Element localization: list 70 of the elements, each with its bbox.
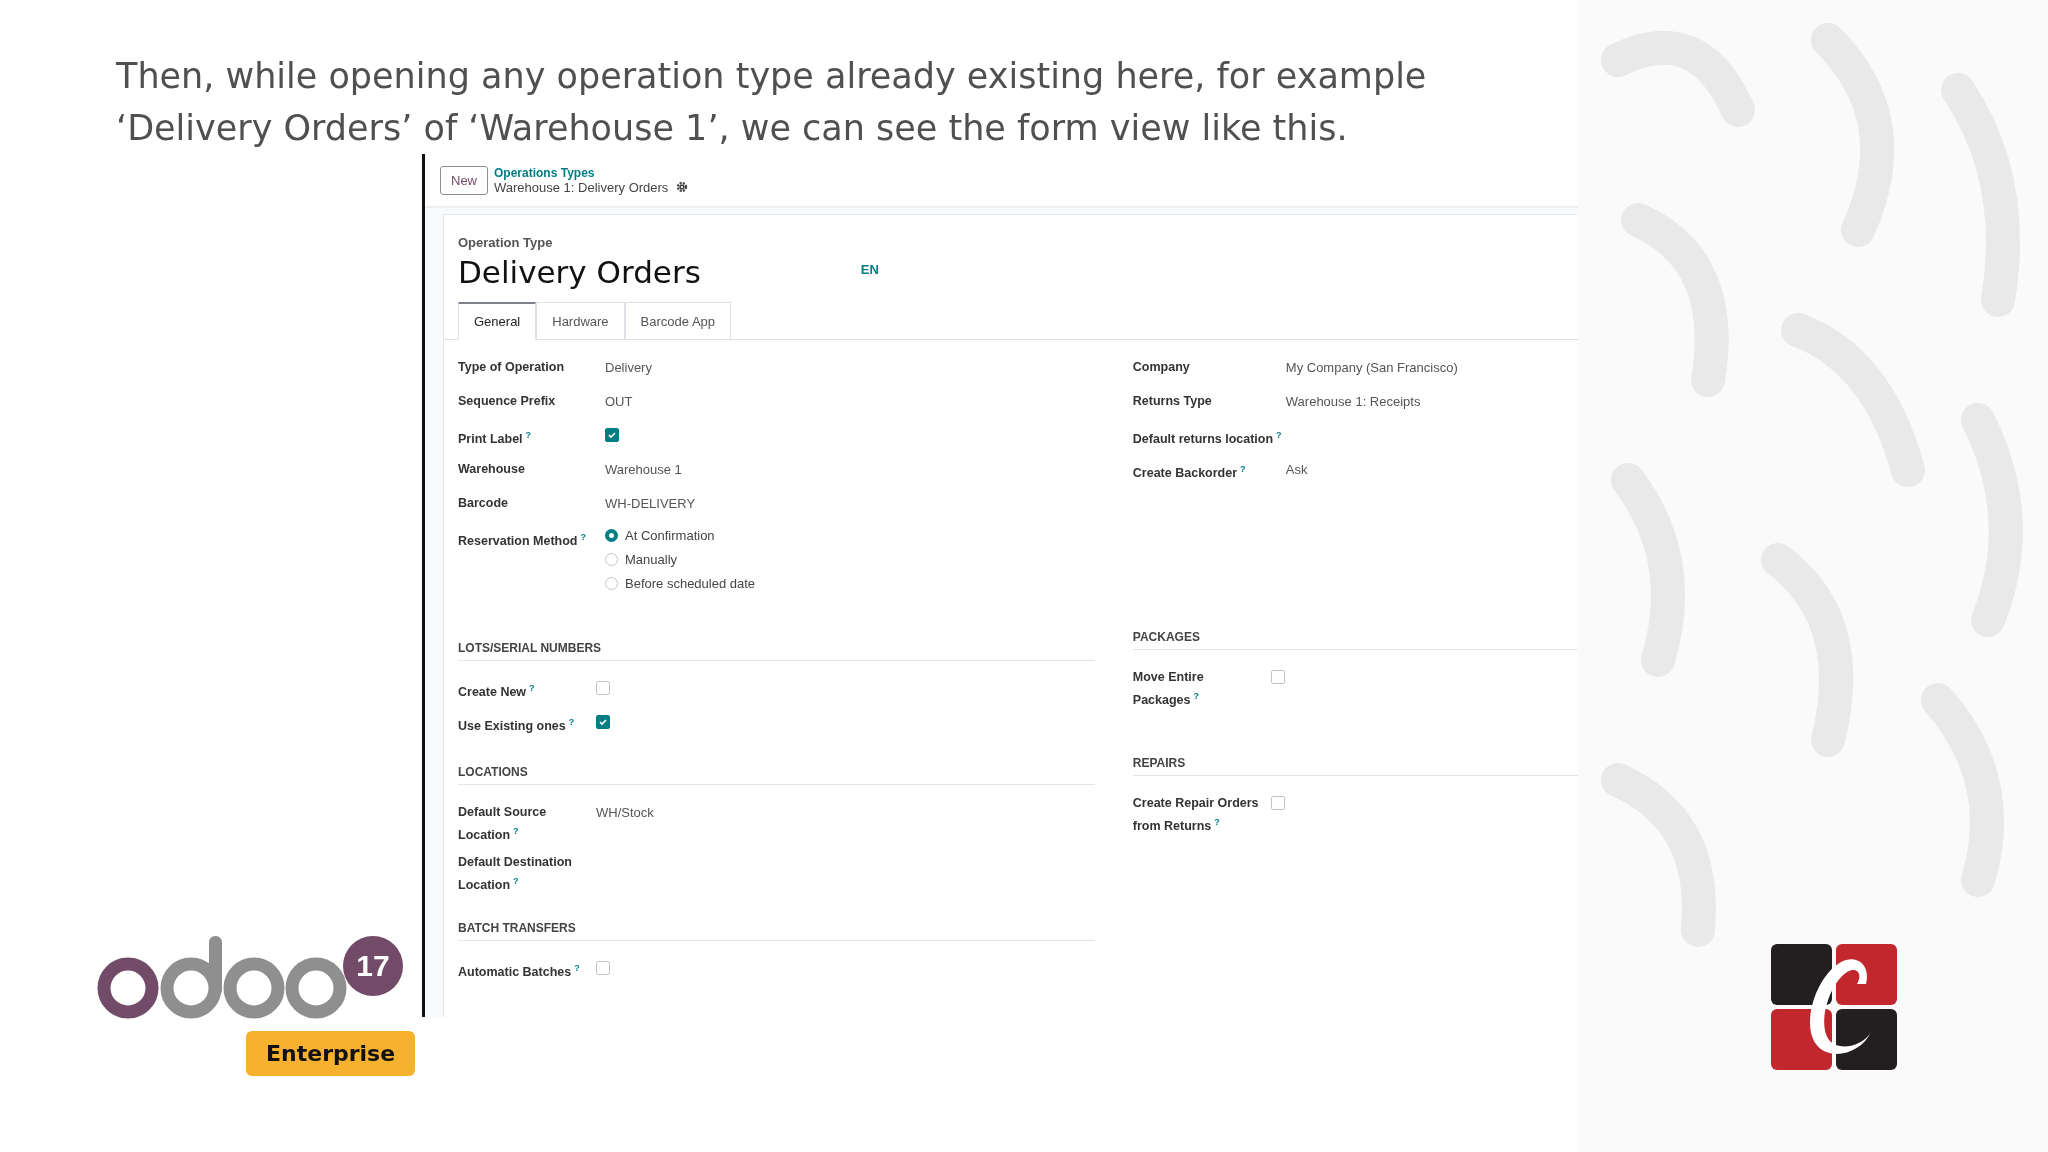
tab[interactable]: Barcode App <box>624 302 732 340</box>
section-heading: REPAIRS <box>1132 756 1578 776</box>
radio-label[interactable]: Manually <box>625 552 678 567</box>
field-value[interactable]: OUT <box>605 392 1095 418</box>
field-label: Reservation Method $^{?}$ <box>458 531 587 551</box>
record-type-label: Operation Type <box>458 235 554 250</box>
help-icon[interactable]: ? <box>1240 464 1246 474</box>
breadcrumb-current: Warehouse 1: Delivery Orders <box>494 179 669 195</box>
logo-icon <box>1771 944 1897 1070</box>
field-label: Create Repair Orders from Returns $^{?}$ <box>1132 795 1260 836</box>
help-icon[interactable]: ? <box>1193 691 1199 701</box>
help-icon[interactable]: ? <box>1276 430 1282 440</box>
language-button[interactable]: EN <box>860 262 879 277</box>
field-label: Automatic Batches $^{?}$ <box>458 962 581 982</box>
new-button[interactable]: New <box>440 165 488 195</box>
slide-caption: Then, while opening any operation type already existing here, for example ‘Delivery Orders’ of ‘Warehouse 1’, we can see the form view like this. <box>116 55 1428 150</box>
field-label: Default returns location $^{?}$ <box>1132 429 1283 449</box>
field-label: Use Existing ones $^{?}$ <box>458 716 576 736</box>
breadcrumb-link[interactable]: Operations Types <box>494 165 689 180</box>
section-heading: BATCH TRANSFERS <box>458 921 1095 942</box>
checkbox[interactable] <box>596 961 610 976</box>
help-icon[interactable]: ? <box>529 683 535 693</box>
field-label: Create New $^{?}$ <box>458 682 536 702</box>
radio-label[interactable]: Before scheduled date <box>625 576 756 591</box>
settings-icon[interactable] <box>676 181 689 193</box>
field-label: Barcode <box>458 495 510 512</box>
field-label: Print Label $^{?}$ <box>458 429 533 449</box>
field-value[interactable]: WH-DELIVERY <box>605 494 1095 520</box>
radio-label[interactable]: At Confirmation <box>625 528 715 543</box>
field-label: Type of Operation <box>458 359 566 376</box>
tab[interactable]: Hardware <box>536 302 625 340</box>
help-icon[interactable]: ? <box>513 826 519 836</box>
help-icon[interactable]: ? <box>580 532 586 542</box>
field-label: Create Backorder $^{?}$ <box>1132 463 1247 483</box>
field-value[interactable]: Ask <box>1285 460 1578 486</box>
record-title[interactable]: Delivery Orders <box>458 254 701 290</box>
field-label: Sequence Prefix <box>458 393 557 410</box>
section-heading: LOCATIONS <box>458 765 1095 785</box>
field-label: Default Destination Location $^{?}$ <box>458 854 573 895</box>
field-value[interactable]: Delivery <box>605 358 1095 384</box>
field-label: Move Entire Packages $^{?}$ <box>1132 669 1205 710</box>
check-icon <box>598 717 608 727</box>
checkbox[interactable] <box>596 681 610 695</box>
version-badge: 17 <box>343 936 403 996</box>
section-heading: PACKAGES <box>1132 630 1578 650</box>
tab[interactable]: General <box>458 302 537 340</box>
field-label: Company <box>1132 359 1191 376</box>
section-heading: LOTS/SERIAL NUMBERS <box>458 641 1095 661</box>
logo-icon <box>97 936 347 1021</box>
field-value[interactable]: Warehouse 1: Receipts <box>1285 392 1578 418</box>
radio-button[interactable] <box>605 553 618 566</box>
radio-button[interactable] <box>605 577 618 590</box>
checkbox[interactable] <box>605 428 619 442</box>
help-icon[interactable]: ? <box>525 430 532 440</box>
field-value[interactable]: WH/Stock <box>596 803 1095 846</box>
checkbox[interactable] <box>1270 796 1285 810</box>
checkbox[interactable] <box>596 715 610 729</box>
field-label: Warehouse <box>458 461 526 478</box>
field-value[interactable]: Warehouse 1 <box>605 460 1095 486</box>
field-label: Returns Type <box>1132 393 1213 410</box>
help-icon[interactable]: ? <box>513 876 519 887</box>
help-icon[interactable]: ? <box>1214 817 1220 827</box>
checkbox[interactable] <box>1270 670 1285 684</box>
help-icon[interactable]: ? <box>574 963 580 974</box>
field-label: Default Source Location $^{?}$ <box>458 804 548 845</box>
radio-button[interactable] <box>605 529 618 542</box>
check-icon <box>607 430 617 440</box>
edition-badge: Enterprise <box>246 1031 416 1076</box>
field-value[interactable]: My Company (San Francisco) <box>1285 358 1578 384</box>
help-icon[interactable]: ? <box>568 717 575 727</box>
